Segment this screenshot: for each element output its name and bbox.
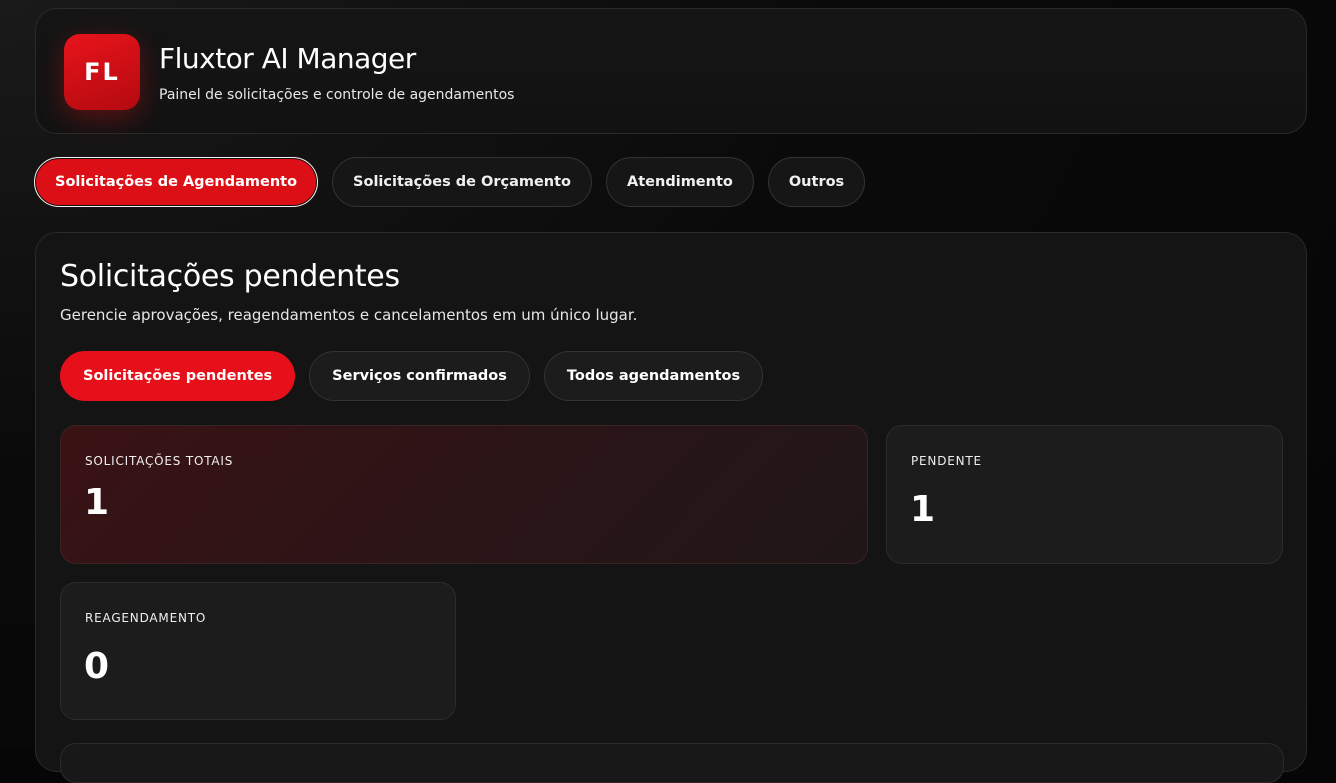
tab-atendimento[interactable]: Atendimento bbox=[606, 157, 754, 207]
tab-solicitacoes-agendamento[interactable]: Solicitações de Agendamento bbox=[34, 157, 319, 207]
subtab-solicitacoes-pendentes[interactable]: Solicitações pendentes bbox=[60, 351, 296, 401]
tab-solicitacoes-orcamento[interactable]: Solicitações de Orçamento bbox=[332, 157, 593, 207]
panel-title: Solicitações pendentes bbox=[60, 259, 400, 294]
app-subtitle: Painel de solicitações e controle de age… bbox=[159, 87, 515, 103]
app-logo: FL bbox=[64, 34, 140, 110]
sub-tabs: Solicitações pendentes Serviços confirma… bbox=[60, 351, 764, 401]
subtab-todos-agendamentos[interactable]: Todos agendamentos bbox=[543, 351, 764, 401]
app-header: FL Fluxtor AI Manager Painel de solicita… bbox=[35, 8, 1307, 134]
stat-label: REAGENDAMENTO bbox=[85, 611, 207, 625]
next-section-card bbox=[60, 743, 1284, 783]
tab-outros[interactable]: Outros bbox=[767, 157, 866, 207]
stat-card-reagendamento: REAGENDAMENTO 0 bbox=[60, 582, 456, 720]
stat-card-pendente: PENDENTE 1 bbox=[886, 425, 1283, 564]
requests-panel: Solicitações pendentes Gerencie aprovaçõ… bbox=[35, 232, 1307, 783]
subtab-servicos-confirmados[interactable]: Serviços confirmados bbox=[309, 351, 530, 401]
stat-card-total: SOLICITAÇÕES TOTAIS 1 bbox=[60, 425, 868, 564]
panel-description: Gerencie aprovações, reagendamentos e ca… bbox=[60, 306, 638, 324]
stat-value: 1 bbox=[84, 482, 110, 523]
stat-label: SOLICITAÇÕES TOTAIS bbox=[85, 454, 234, 468]
stat-value: 1 bbox=[910, 489, 936, 530]
stat-value: 0 bbox=[84, 646, 110, 687]
app-title: Fluxtor AI Manager bbox=[159, 42, 416, 75]
main-nav-tabs: Solicitações de Agendamento Solicitações… bbox=[34, 157, 866, 209]
stat-label: PENDENTE bbox=[911, 454, 982, 468]
